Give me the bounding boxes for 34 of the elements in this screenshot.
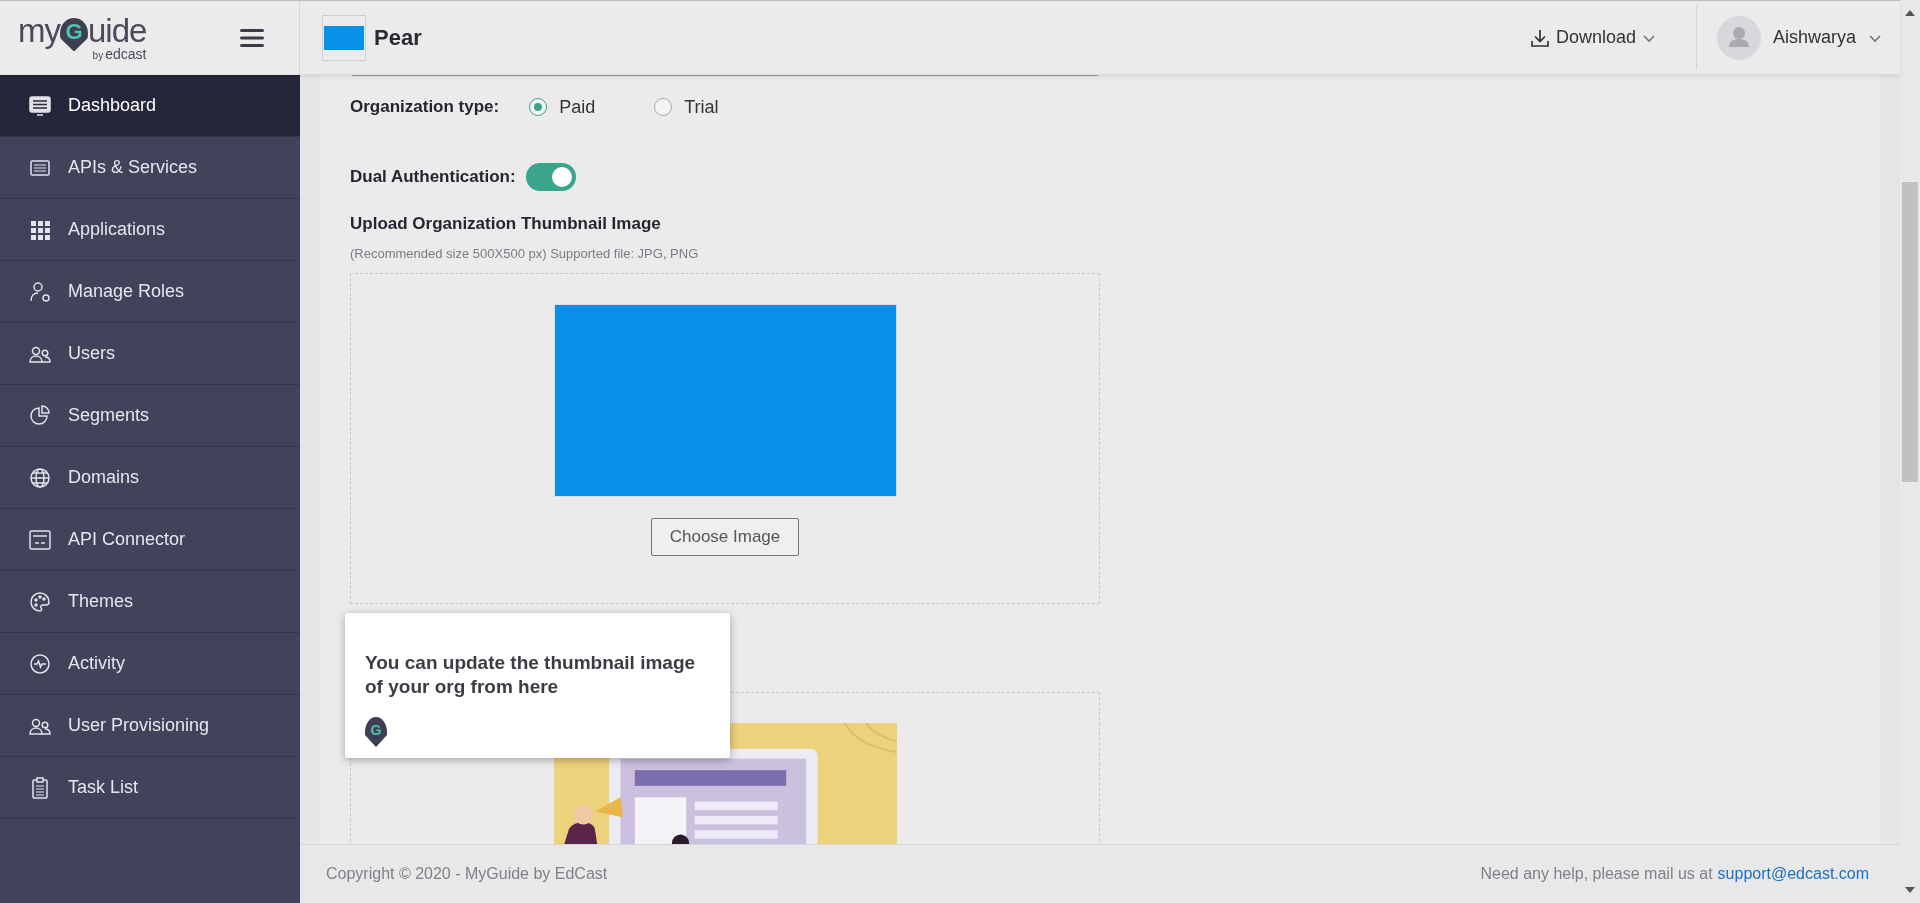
- radio-option[interactable]: Paid: [529, 96, 655, 118]
- scroll-up-icon[interactable]: [1905, 10, 1915, 16]
- toggle-switch[interactable]: [525, 163, 576, 191]
- palette-icon: [28, 589, 52, 614]
- tooltip-text: You can update the thumbnail image of your org from here: [365, 651, 697, 699]
- globe-icon: [28, 465, 52, 490]
- hint-text: (Recommended size 500X500 px) Supported file: JPG, PNG: [350, 246, 700, 261]
- myguide-logo: my G uide by edcast: [18, 13, 147, 62]
- download-icon: [1529, 27, 1550, 48]
- field-label: Dual Authentication:: [350, 167, 516, 187]
- field-label: Organization type:: [350, 97, 500, 117]
- copyright-text: Copyright © 2020 - MyGuide by EdCast: [326, 865, 608, 883]
- sidebar-item[interactable]: Dashboard: [0, 75, 300, 137]
- menu-icon[interactable]: [240, 27, 264, 48]
- user-gear-icon: [28, 279, 52, 304]
- choose-image-button[interactable]: Choose Image: [650, 518, 800, 556]
- user-menu[interactable]: Aishwarya: [1710, 9, 1888, 66]
- chevron-down-icon: [1641, 32, 1656, 43]
- pulse-icon: [28, 651, 52, 676]
- section-title: Upload Organization Thumbnail Image: [350, 214, 662, 234]
- monitor-icon: [28, 93, 52, 118]
- avatar-icon: [1716, 15, 1761, 60]
- email-link[interactable]: support@edcast.com: [1717, 865, 1869, 883]
- guide-pin-icon: G: [365, 717, 387, 747]
- chevron-down-icon: [1868, 32, 1882, 43]
- download-button[interactable]: Download: [1523, 21, 1662, 54]
- scrollbar-thumb[interactable]: [1902, 182, 1918, 482]
- scroll-down-icon[interactable]: [1905, 887, 1915, 893]
- radio-option[interactable]: Trial: [654, 96, 780, 118]
- org-thumbnail: [322, 14, 366, 61]
- pie-chart-icon: [28, 403, 52, 428]
- help-text: Need any help, please mail us at: [1480, 865, 1713, 883]
- org-name: Pear: [374, 24, 422, 51]
- window-icon: [28, 527, 52, 552]
